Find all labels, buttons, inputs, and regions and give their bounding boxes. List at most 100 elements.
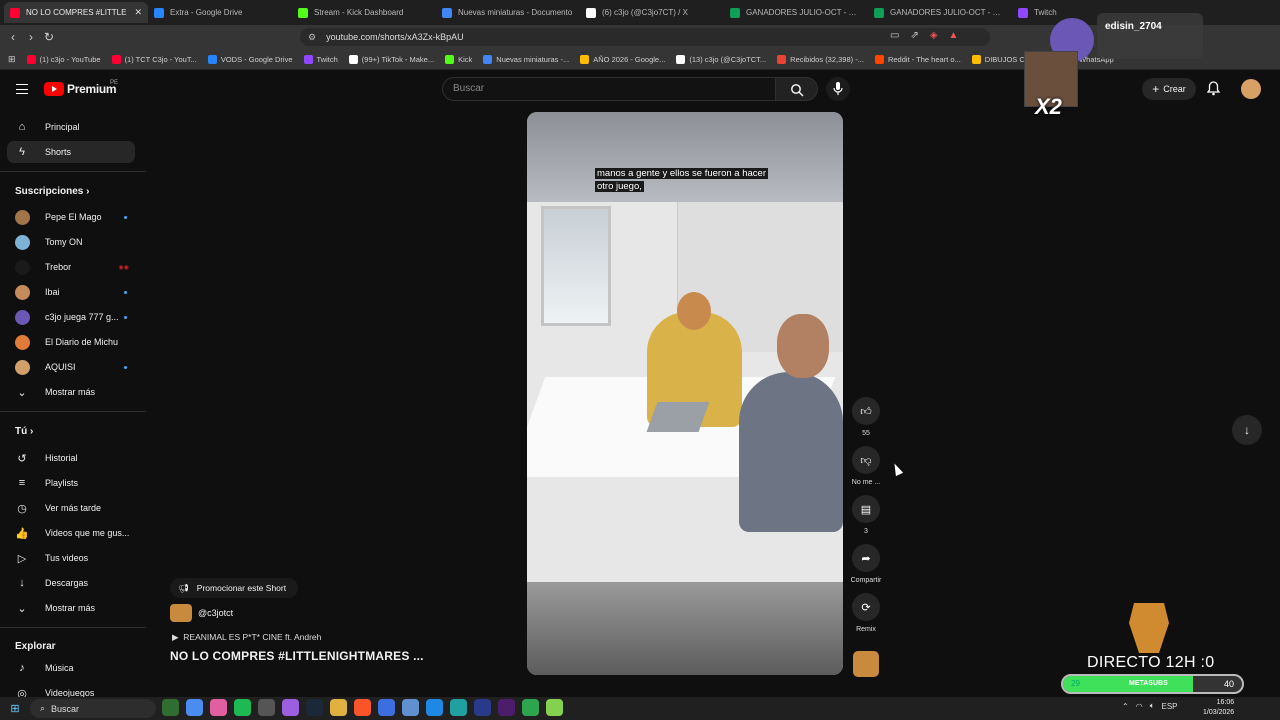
browser-tab[interactable]: NO LO COMPRES #LITTLE ✕ (4, 2, 148, 23)
taskbar-clock[interactable]: 16:06 1/03/2026 (1203, 698, 1234, 718)
playlist-link[interactable]: ▶ REANIMAL ES P*T* CINE ft. Andreh (172, 632, 321, 643)
bookmark-item[interactable]: (1) TCT C3jo - YouT... (111, 54, 197, 64)
channel-info[interactable]: @c3jotct (170, 604, 233, 622)
back-icon[interactable]: ‹ (4, 30, 22, 44)
close-icon[interactable]: ✕ (134, 7, 142, 18)
sidebar-item[interactable]: ↓ Descargas (7, 572, 135, 594)
create-button[interactable]: + Crear (1142, 78, 1196, 100)
taskbar-app-icon[interactable] (306, 699, 323, 716)
sidebar-item[interactable]: ⌄ Mostrar más (7, 597, 135, 619)
browser-tab[interactable]: Nuevas miniaturas - Documento (436, 2, 580, 23)
bookmark-item[interactable]: (1) c3jo - YouTube (26, 54, 101, 64)
short-title[interactable]: NO LO COMPRES #LITTLENIGHTMARES ... (170, 649, 424, 663)
volume-icon[interactable]: 🔈︎ (1150, 701, 1155, 711)
bookmark-item[interactable]: AÑO 2026 - Google... (580, 54, 665, 64)
chevron-right-icon: › (83, 186, 90, 197)
sidebar-item[interactable]: ◷ Ver más tarde (7, 497, 135, 519)
bookmark-item[interactable]: Reddit - The heart o... (874, 54, 961, 64)
taskbar-app-icon[interactable] (282, 699, 299, 716)
sidebar-item[interactable]: Trebor ◉◉ (7, 256, 135, 278)
bookmark-item[interactable]: Nuevas miniaturas -... (483, 54, 569, 64)
bookmark-item[interactable]: Recibidos (32,398) -... (777, 54, 864, 64)
taskbar-app-icon[interactable] (522, 699, 539, 716)
sidebar-item[interactable]: ▷ Tus videos (7, 547, 135, 569)
apps-icon[interactable]: ⊞ (8, 54, 16, 65)
taskbar-app-icon[interactable] (354, 699, 371, 716)
browser-tab[interactable]: GANADORES JULIO-OCT - Hojas (868, 2, 1012, 23)
brave-shield-icon[interactable]: ◈ (930, 30, 938, 41)
bookmark-item[interactable]: (99+) TikTok - Make... (348, 54, 434, 64)
forward-icon[interactable]: › (22, 30, 40, 44)
sidebar-item[interactable]: 👍 Videos que me gus... (7, 522, 135, 544)
sidebar-item[interactable]: Tomy ON (7, 231, 135, 253)
remix-button[interactable]: ⟳ (852, 593, 880, 621)
browser-tab[interactable]: Extra - Google Drive (148, 2, 292, 23)
rewards-icon[interactable]: ▲ (949, 30, 959, 41)
taskbar-app-icon[interactable] (378, 699, 395, 716)
dislike-button[interactable]: 👎︎ (852, 446, 880, 474)
bookmark-item[interactable]: (13) c3jo (@C3joTCT... (676, 54, 766, 64)
bookmark-item[interactable]: Kick (445, 54, 472, 64)
sidebar-item[interactable]: ≡ Playlists (7, 472, 135, 494)
browser-tab[interactable]: Stream - Kick Dashboard (292, 2, 436, 23)
subscriptions-header[interactable]: Suscripciones › (15, 186, 89, 197)
youtube-logo[interactable]: Premium PE (44, 80, 118, 96)
taskbar-search[interactable]: ⌕ Buscar (30, 699, 156, 718)
taskbar-app-icon[interactable] (234, 699, 251, 716)
channel-thumbnail[interactable] (853, 651, 879, 677)
taskbar-app-icon[interactable] (258, 699, 275, 716)
taskbar-app-icon[interactable] (402, 699, 419, 716)
comments-button[interactable]: ▤ (852, 495, 880, 523)
music-icon: ♪ (19, 662, 25, 674)
share-icon[interactable]: ⇗ (910, 30, 918, 41)
taskbar-app-icon[interactable] (210, 699, 227, 716)
next-short-button[interactable]: ↓ (1232, 415, 1262, 445)
sidebar-item[interactable]: Pepe El Mago (7, 206, 135, 228)
sidebar-item[interactable]: ↺ Historial (7, 447, 135, 469)
windows-start-icon[interactable]: ⊞ (0, 702, 30, 715)
like-button[interactable]: 👍︎ (852, 397, 880, 425)
sidebar-item[interactable]: El Diario de Michu (7, 331, 135, 353)
you-header[interactable]: Tú › (15, 426, 33, 437)
site-info-icon[interactable]: ⚙ (308, 32, 316, 43)
channel-avatar[interactable] (170, 604, 192, 622)
tab-title: Nuevas miniaturas - Documento (458, 8, 573, 17)
taskbar-app-icon[interactable] (426, 699, 443, 716)
short-video-player[interactable]: manos a gente y ellos se fueron a hacer … (527, 112, 843, 675)
search-button[interactable] (776, 77, 818, 101)
taskbar-app-icon[interactable] (450, 699, 467, 716)
notifications-button[interactable] (1206, 81, 1221, 101)
reload-icon[interactable]: ↻ (40, 30, 58, 44)
hamburger-menu-icon[interactable] (16, 84, 28, 94)
taskbar-app-icon[interactable] (474, 699, 491, 716)
promote-short-button[interactable]: 📢︎ Promocionar este Short (170, 578, 298, 598)
sidebar-item[interactable]: ϟ Shorts (7, 141, 135, 163)
channel-handle[interactable]: @c3jotct (198, 608, 233, 618)
tray-chevron-icon[interactable]: ⌃ (1122, 702, 1129, 711)
url-field[interactable]: ⚙ youtube.com/shorts/xA3Zx-kBpAU (300, 28, 990, 46)
share-button[interactable]: ➦ (852, 544, 880, 572)
sidebar-item[interactable]: c3jo juega 777 g... (7, 306, 135, 328)
browser-tab[interactable]: GANADORES JULIO-OCT - Hojas (724, 2, 868, 23)
browser-tab[interactable]: (6) c3jo (@C3jo7CT) / X (580, 2, 724, 23)
sidebar-item[interactable]: ♪ Música (7, 657, 135, 679)
language-indicator[interactable]: ESP (1162, 702, 1178, 711)
taskbar-app-icon[interactable] (498, 699, 515, 716)
voice-search-button[interactable] (826, 77, 850, 101)
taskbar-app-icon[interactable] (186, 699, 203, 716)
taskbar-app-icon[interactable] (162, 699, 179, 716)
sidebar-item[interactable]: ⌄ Mostrar más (7, 381, 135, 403)
bookmark-favicon-icon (26, 54, 36, 64)
video-caption: manos a gente y ellos se fueron a hacer … (595, 167, 795, 193)
bookmark-item[interactable]: Twitch (303, 54, 338, 64)
account-avatar[interactable] (1241, 79, 1261, 99)
sidebar-item[interactable]: AQUISI (7, 356, 135, 378)
taskbar-app-icon[interactable] (330, 699, 347, 716)
bookmark-item[interactable]: VODS - Google Drive (207, 54, 293, 64)
sidebar-item[interactable]: ⌂ Principal (7, 116, 135, 138)
cast-icon[interactable]: ▭ (890, 30, 899, 41)
taskbar-app-icon[interactable] (546, 699, 563, 716)
search-input[interactable]: Buscar (442, 77, 776, 101)
wifi-icon[interactable]: ◠ (1136, 702, 1143, 711)
sidebar-item[interactable]: Ibai (7, 281, 135, 303)
